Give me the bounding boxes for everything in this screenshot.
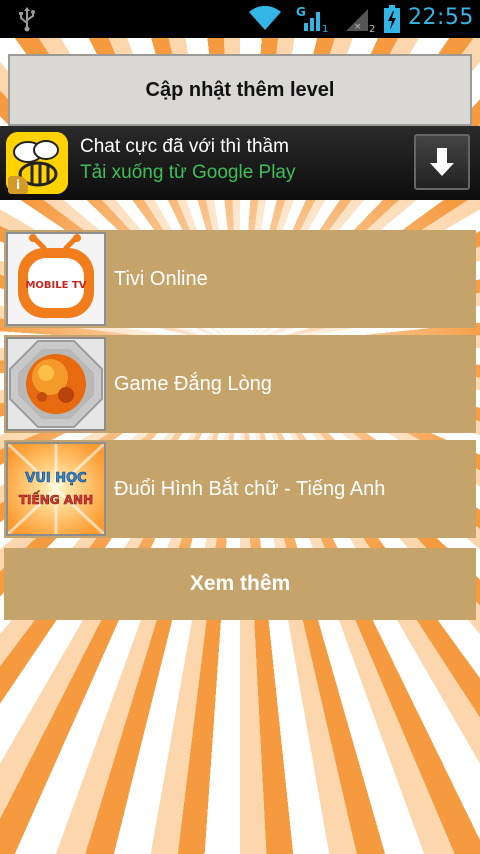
usb-icon xyxy=(19,7,35,32)
orange-planet-icon xyxy=(6,337,106,431)
svg-text:MOBILE TV: MOBILE TV xyxy=(25,280,86,291)
download-arrow-icon xyxy=(430,148,454,176)
see-more-label: Xem thêm xyxy=(189,572,291,595)
update-levels-button[interactable]: Cập nhật thêm level xyxy=(8,54,472,126)
status-bar: G 1 × 2 22:55 xyxy=(0,0,480,38)
list-item-duoi-hinh-bat-chu[interactable]: VUI HỌC TIẾNG ANH Đuổi Hình Bắt chữ - Ti… xyxy=(4,440,476,538)
ad-title: Chat cực đã với thì thầm xyxy=(80,136,289,157)
status-time: 22:55 xyxy=(408,5,474,30)
battery-charging-icon xyxy=(384,5,400,33)
signal-g-icon: G 1 xyxy=(296,5,328,33)
wifi-icon xyxy=(249,6,281,30)
ad-download-button[interactable] xyxy=(414,134,470,190)
update-levels-label: Cập nhật thêm level xyxy=(145,78,335,101)
list-item-game-dang-long[interactable]: Game Đắng Lòng xyxy=(4,335,476,433)
ad-banner[interactable]: i Chat cực đã với thì thầm Tải xuống từ … xyxy=(0,126,480,200)
mobile-tv-icon: MOBILE TV xyxy=(6,232,106,326)
vui-hoc-tieng-anh-icon: VUI HỌC TIẾNG ANH xyxy=(6,442,106,536)
ad-subtitle: Tải xuống từ Google Play xyxy=(80,162,296,183)
list-item-label: Game Đắng Lòng xyxy=(114,372,272,395)
svg-text:2: 2 xyxy=(369,24,375,33)
list-item-tivi-online[interactable]: MOBILE TV Tivi Online xyxy=(4,230,476,328)
svg-text:×: × xyxy=(354,22,362,32)
svg-text:TIẾNG ANH: TIẾNG ANH xyxy=(19,491,93,507)
ad-info-badge[interactable]: i xyxy=(8,176,28,194)
list-item-label: Đuổi Hình Bắt chữ - Tiếng Anh xyxy=(114,477,386,500)
see-more-button[interactable]: Xem thêm xyxy=(4,548,476,620)
list-item-label: Tivi Online xyxy=(114,267,208,290)
svg-text:1: 1 xyxy=(322,24,328,33)
svg-text:G: G xyxy=(296,5,306,19)
signal-no-sim-icon: × 2 xyxy=(346,9,375,33)
svg-text:VUI HỌC: VUI HỌC xyxy=(25,471,86,486)
